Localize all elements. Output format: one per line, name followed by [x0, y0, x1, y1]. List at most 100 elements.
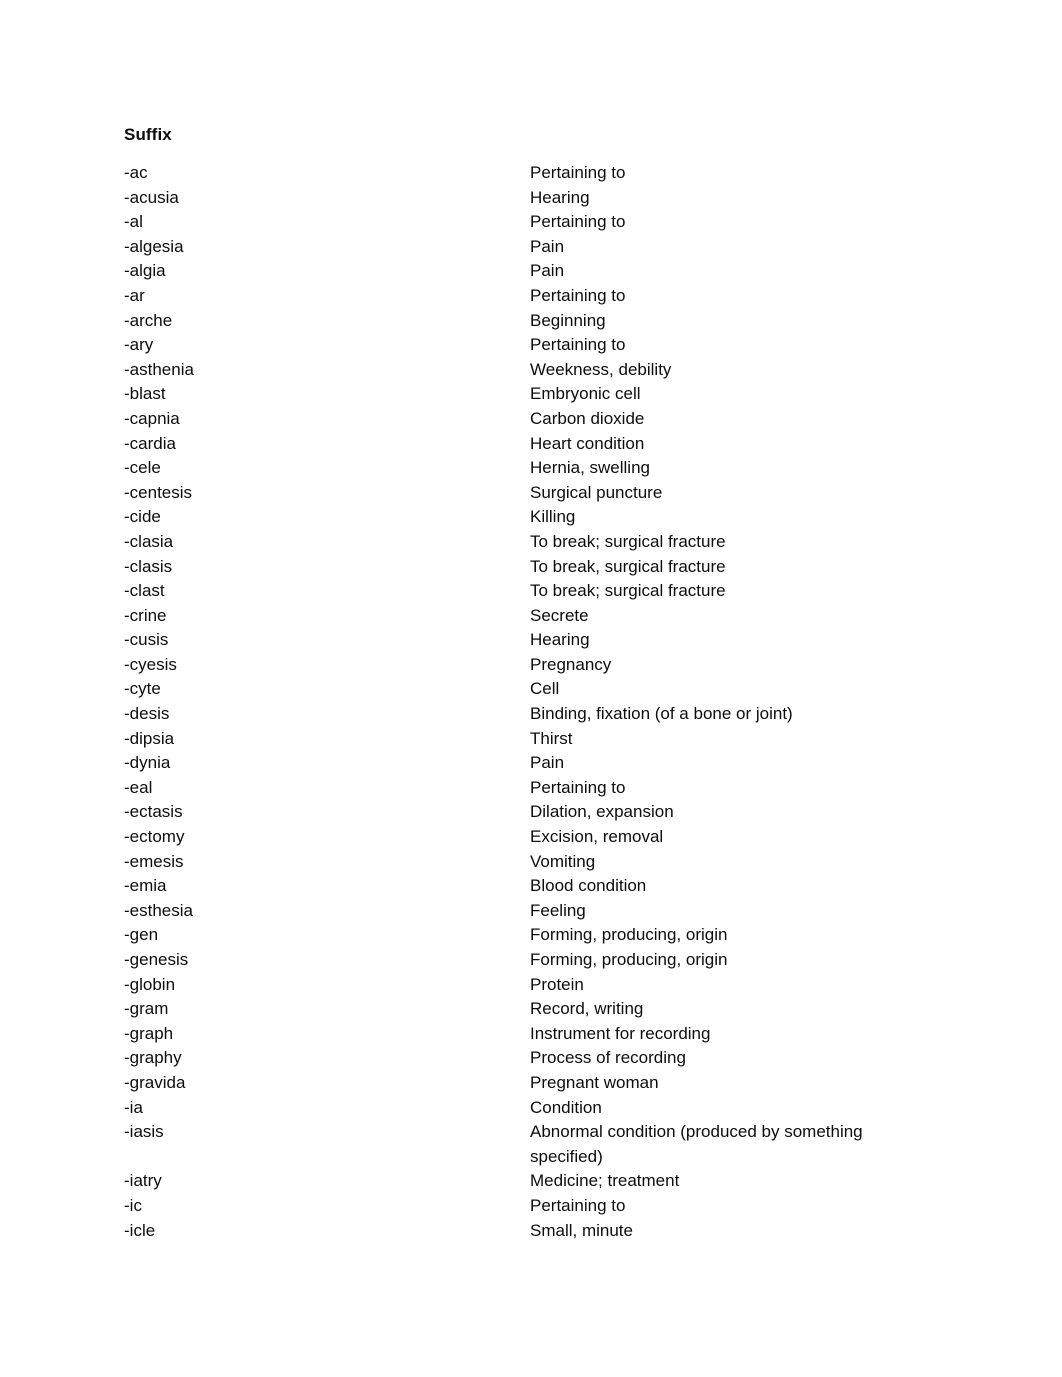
- table-row: -cide Killing: [124, 505, 944, 530]
- suffix-definition: Pregnant woman: [530, 1072, 659, 1092]
- table-row: -al Pertaining to: [124, 210, 944, 235]
- suffix-term: -cusis: [124, 630, 169, 650]
- suffix-definition: Thirst: [530, 728, 573, 748]
- suffix-term: -asthenia: [124, 359, 194, 379]
- suffix-definition: Pertaining to: [530, 335, 626, 355]
- suffix-term: -gen: [124, 925, 159, 945]
- suffix-definition: To break, surgical fracture: [530, 556, 726, 576]
- suffix-term: -ac: [124, 163, 148, 182]
- suffix-definition: Pain: [530, 753, 565, 773]
- suffix-term: -ectasis: [124, 802, 183, 822]
- suffix-term: -algia: [124, 261, 166, 281]
- suffix-definition: Pain: [530, 261, 565, 281]
- table-row: -graphy Process of recording: [124, 1046, 944, 1071]
- suffix-definition: Abnormal condition (produced by somethin…: [530, 1122, 863, 1166]
- table-row: -centesis Surgical puncture: [124, 481, 944, 506]
- document-body: Suffix -ac Pertaining to -acusia Hearing -al…: [124, 124, 944, 1243]
- suffix-term: -ectomy: [124, 827, 185, 847]
- suffix-definition: Cell: [530, 679, 560, 699]
- suffix-definition: Hearing: [530, 630, 590, 650]
- suffix-definition: Pertaining to: [530, 163, 626, 182]
- suffix-term: -arche: [124, 310, 173, 330]
- table-row: -graph Instrument for recording: [124, 1022, 944, 1047]
- document-page: Suffix -ac Pertaining to -acusia Hearing -al…: [0, 0, 1062, 1377]
- table-row: -genesis Forming, producing, origin: [124, 948, 944, 973]
- suffix-definition: Secrete: [530, 605, 589, 625]
- suffix-definition: To break; surgical fracture: [530, 581, 726, 601]
- suffix-term: -emesis: [124, 851, 184, 871]
- table-row: -ary Pertaining to: [124, 333, 944, 358]
- suffix-term: -dipsia: [124, 728, 175, 748]
- suffix-definition: Killing: [530, 507, 576, 527]
- suffix-term: -globin: [124, 974, 176, 994]
- suffix-definition: Hearing: [530, 187, 590, 207]
- table-row: -globin Protein: [124, 973, 944, 998]
- table-row: -clast To break; surgical fracture: [124, 579, 944, 604]
- suffix-term: -al: [124, 212, 143, 232]
- suffix-term: -graphy: [124, 1048, 182, 1068]
- suffix-term: -acusia: [124, 187, 179, 207]
- suffix-term: -capnia: [124, 408, 180, 428]
- suffix-term: -cardia: [124, 433, 176, 453]
- suffix-term: -genesis: [124, 950, 189, 969]
- table-row: -cardia Heart condition: [124, 432, 944, 457]
- suffix-term: -cyte: [124, 679, 161, 699]
- suffix-definition: Protein: [530, 974, 584, 994]
- suffix-definition: Forming, producing, origin: [530, 925, 728, 945]
- table-row: -gravida Pregnant woman: [124, 1071, 944, 1096]
- suffix-term: -dynia: [124, 753, 171, 773]
- table-row: -ia Condition: [124, 1096, 944, 1121]
- suffix-definition: To break; surgical fracture: [530, 531, 726, 551]
- table-row: -cele Hernia, swelling: [124, 456, 944, 481]
- suffix-term: -emia: [124, 876, 167, 896]
- table-row: -desis Binding, fixation (of a bone or jo…: [124, 702, 944, 727]
- suffix-term: -ar: [124, 285, 145, 305]
- suffix-term: -ia: [124, 1097, 143, 1117]
- suffix-definition: Condition: [530, 1097, 602, 1117]
- suffix-term: -desis: [124, 704, 170, 724]
- suffix-definition: Dilation, expansion: [530, 802, 674, 822]
- suffix-term: -icle: [124, 1220, 156, 1240]
- suffix-definition: Instrument for recording: [530, 1023, 711, 1043]
- suffix-definition: Feeling: [530, 900, 586, 920]
- table-row: -dynia Pain: [124, 751, 944, 776]
- suffix-definition: Process of recording: [530, 1048, 686, 1068]
- table-row: -acusia Hearing: [124, 186, 944, 211]
- suffix-term: -cyesis: [124, 654, 177, 674]
- suffix-term: -esthesia: [124, 900, 193, 920]
- suffix-term: -eal: [124, 777, 153, 797]
- suffix-term: -iatry: [124, 1171, 162, 1191]
- suffix-term: -algesia: [124, 236, 184, 256]
- suffix-definition: Forming, producing, origin: [530, 950, 728, 969]
- table-row: -dipsia Thirst: [124, 727, 944, 752]
- suffix-definition: Small, minute: [530, 1220, 633, 1240]
- suffix-term: -centesis: [124, 482, 193, 502]
- suffix-definition: Heart condition: [530, 433, 645, 453]
- suffix-term: -gram: [124, 999, 169, 1019]
- table-row: -ac Pertaining to: [124, 161, 944, 186]
- table-row: -emesis Vomiting: [124, 850, 944, 875]
- suffix-definition: Pain: [530, 236, 565, 256]
- suffix-definition: Pertaining to: [530, 212, 626, 232]
- suffix-term: -graph: [124, 1023, 174, 1043]
- suffix-definition: Vomiting: [530, 851, 596, 871]
- page-title: Suffix: [124, 125, 172, 144]
- suffix-term: -ary: [124, 335, 154, 355]
- table-row: -arche Beginning: [124, 309, 944, 334]
- table-row: -asthenia Weekness, debility: [124, 358, 944, 383]
- table-row: -ectomy Excision, removal: [124, 825, 944, 850]
- suffix-term: -iasis: [124, 1122, 164, 1142]
- table-row: -esthesia Feeling: [124, 899, 944, 924]
- table-row: -icle Small, minute: [124, 1219, 944, 1244]
- table-row: -algesia Pain: [124, 235, 944, 260]
- table-row: -gen Forming, producing, origin: [124, 923, 944, 948]
- suffix-definition: Pertaining to: [530, 777, 626, 797]
- table-row: -ic Pertaining to: [124, 1194, 944, 1219]
- table-row: -ar Pertaining to: [124, 284, 944, 309]
- table-row: -cyesis Pregnancy: [124, 653, 944, 678]
- table-row: -crine Secrete: [124, 604, 944, 629]
- suffix-term: -clasis: [124, 556, 173, 576]
- table-row: -cyte Cell: [124, 677, 944, 702]
- suffix-term: -clast: [124, 581, 165, 601]
- table-row: -emia Blood condition: [124, 874, 944, 899]
